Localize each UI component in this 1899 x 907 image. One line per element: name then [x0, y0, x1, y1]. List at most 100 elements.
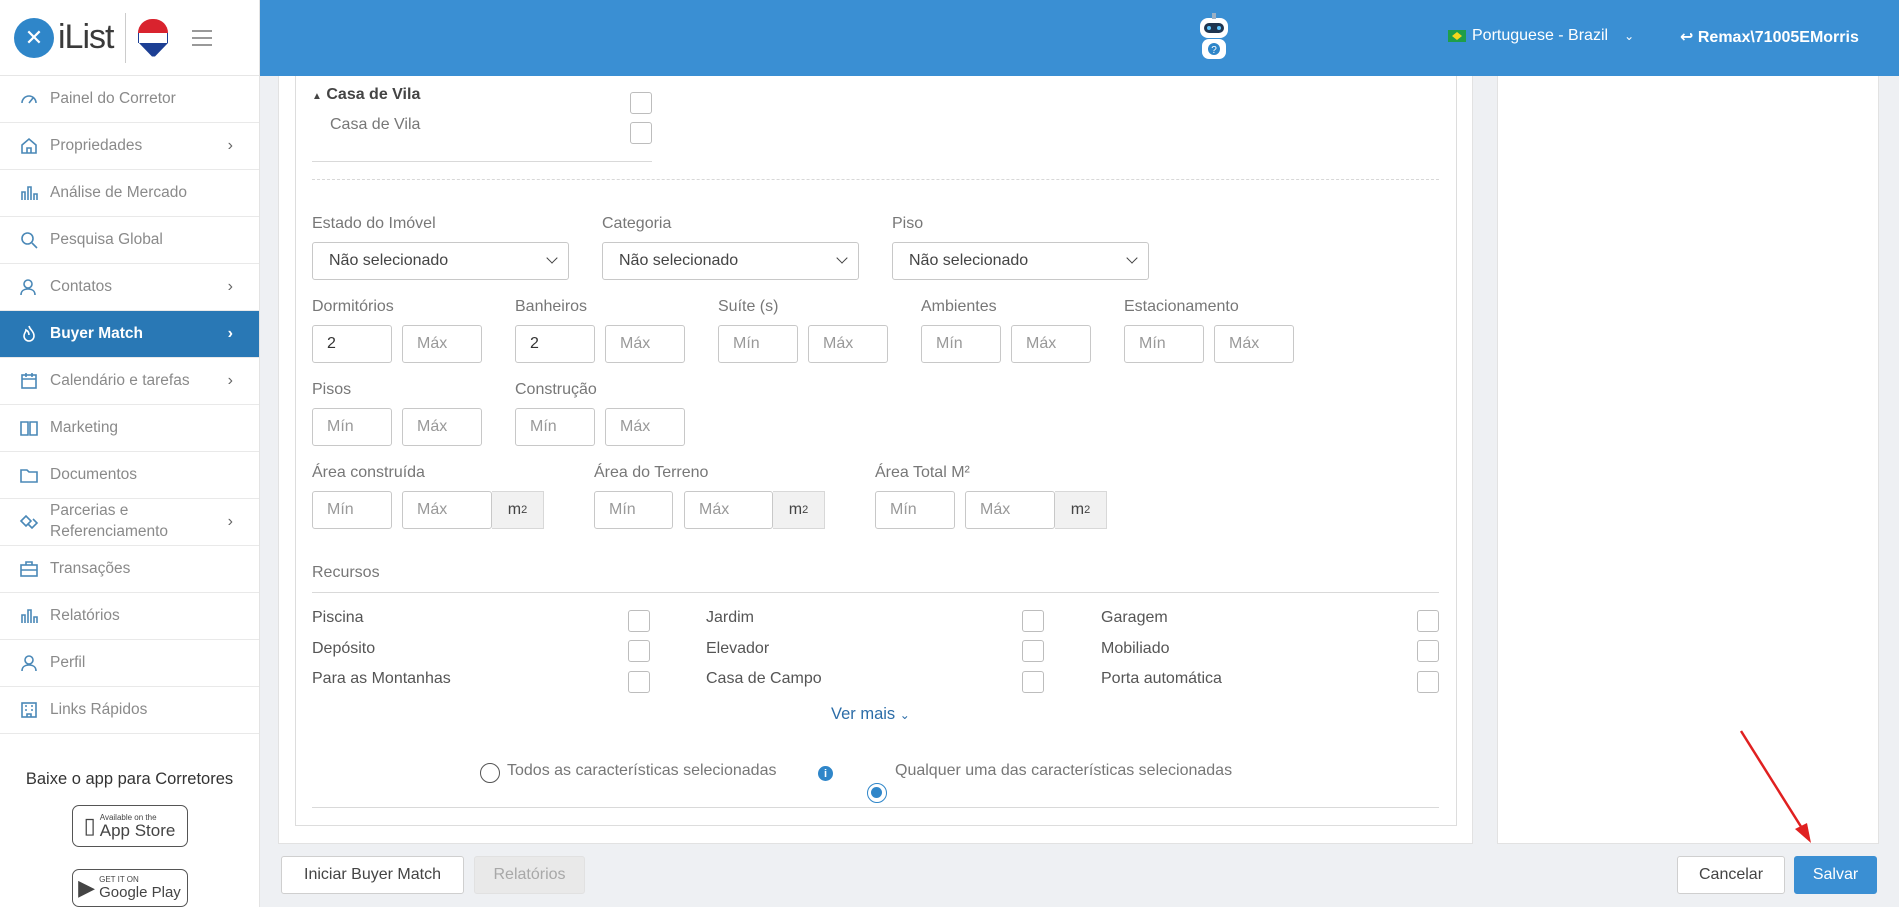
- ambientes-min-input[interactable]: [921, 325, 1001, 363]
- estado-label: Estado do Imóvel: [312, 215, 436, 232]
- search-icon: [18, 229, 40, 251]
- chevron-down-icon: ⌄: [1624, 29, 1635, 43]
- recurso-label: Casa de Campo: [706, 670, 822, 687]
- suites-min-input[interactable]: [718, 325, 798, 363]
- menu-toggle-icon[interactable]: [192, 29, 213, 46]
- sidebar-item-relatorios[interactable]: Relatórios: [0, 593, 259, 640]
- sidebar-item-pesquisa[interactable]: Pesquisa Global: [0, 217, 259, 264]
- banheiros-max-input[interactable]: [605, 325, 685, 363]
- sidebar-item-painel[interactable]: Painel do Corretor: [0, 76, 259, 123]
- area-construida-min-input[interactable]: [312, 491, 392, 529]
- handshake-icon: [18, 511, 40, 533]
- radio-all-features[interactable]: [480, 763, 500, 783]
- calendar-icon: [18, 370, 40, 392]
- folder-icon: [18, 464, 40, 486]
- dormitorios-label: Dormitórios: [312, 298, 394, 315]
- ambientes-max-input[interactable]: [1011, 325, 1091, 363]
- casa-item-checkbox[interactable]: [630, 122, 652, 144]
- assistant-robot-icon[interactable]: ?: [1186, 10, 1242, 66]
- recurso-checkbox[interactable]: [1417, 640, 1439, 662]
- estado-select[interactable]: Não selecionado: [312, 242, 569, 280]
- sidebar-item-propriedades[interactable]: Propriedades ›: [0, 123, 259, 170]
- ilist-logo-icon: ✕: [14, 17, 54, 58]
- user-switch[interactable]: ↩ Remax\71005EMorris: [1680, 27, 1859, 47]
- recurso-checkbox[interactable]: [628, 671, 650, 693]
- radio-any-feature[interactable]: [867, 783, 887, 803]
- area-total-min-input[interactable]: [875, 491, 955, 529]
- svg-text:?: ?: [1211, 45, 1217, 56]
- annotation-arrow-icon: [1739, 730, 1811, 843]
- recurso-checkbox[interactable]: [1417, 610, 1439, 632]
- pisos-min-input[interactable]: [312, 408, 392, 446]
- recurso-checkbox[interactable]: [1022, 640, 1044, 662]
- area-terreno-min-input[interactable]: [594, 491, 673, 529]
- sidebar-item-buyer-match[interactable]: Buyer Match ›: [0, 311, 259, 358]
- dormitorios-min-input[interactable]: [312, 325, 392, 363]
- radio-all-label: Todos as características selecionadas: [507, 762, 777, 779]
- casa-group-label[interactable]: ▲ Casa de Vila: [312, 86, 420, 104]
- brazil-flag-icon: [1448, 30, 1466, 42]
- casa-group-checkbox[interactable]: [630, 92, 652, 114]
- area-terreno-unit: m2: [773, 491, 825, 529]
- save-button[interactable]: Salvar: [1794, 856, 1877, 894]
- area-construida-label: Área construída: [312, 464, 425, 481]
- logo-area: ✕ iList: [0, 0, 259, 76]
- phone-icon: ▯: [83, 813, 96, 838]
- radio-any-label: Qualquer uma das características selecio…: [895, 762, 1233, 779]
- recurso-label: Garagem: [1101, 609, 1168, 626]
- sidebar-item-transacoes[interactable]: Transações: [0, 546, 259, 593]
- caret-up-icon: ▲: [312, 91, 322, 102]
- area-total-max-input[interactable]: [965, 491, 1055, 529]
- suites-max-input[interactable]: [808, 325, 888, 363]
- recurso-label: Porta automática: [1101, 670, 1222, 687]
- sidebar-item-marketing[interactable]: Marketing: [0, 405, 259, 452]
- area-construida-max-input[interactable]: [402, 491, 492, 529]
- dormitorios-max-input[interactable]: [402, 325, 482, 363]
- recurso-checkbox[interactable]: [1022, 671, 1044, 693]
- chevron-down-icon: ⌄: [899, 708, 910, 722]
- banheiros-min-input[interactable]: [515, 325, 595, 363]
- piso-select[interactable]: Não selecionado: [892, 242, 1149, 280]
- area-total-unit: m2: [1055, 491, 1107, 529]
- recurso-checkbox[interactable]: [628, 640, 650, 662]
- flame-icon: [18, 323, 40, 345]
- sidebar-item-analise[interactable]: Análise de Mercado: [0, 170, 259, 217]
- iniciar-buyer-match-button[interactable]: Iniciar Buyer Match: [281, 856, 464, 894]
- brand-name: iList: [58, 18, 114, 56]
- sidebar-item-links[interactable]: Links Rápidos: [0, 687, 259, 734]
- recurso-checkbox[interactable]: [1417, 671, 1439, 693]
- suites-label: Suíte (s): [718, 298, 779, 315]
- recurso-label: Depósito: [312, 640, 376, 657]
- area-construida-unit: m2: [492, 491, 544, 529]
- relatorios-button[interactable]: Relatórios: [474, 856, 585, 894]
- main-panel: ▲ Casa de Vila Casa de Vila Estado do Im…: [278, 76, 1473, 844]
- sidebar-item-contatos[interactable]: Contatos ›: [0, 264, 259, 311]
- banheiros-label: Banheiros: [515, 298, 588, 315]
- sidebar: ✕ iList Painel do Corretor Propriedades …: [0, 0, 260, 907]
- estacionamento-min-input[interactable]: [1124, 325, 1204, 363]
- cancel-button[interactable]: Cancelar: [1677, 856, 1785, 894]
- sidebar-item-calendario[interactable]: Calendário e tarefas ›: [0, 358, 259, 405]
- sidebar-item-parcerias[interactable]: Parcerias e Referenciamento ›: [0, 499, 259, 546]
- home-icon: [18, 135, 40, 157]
- language-selector[interactable]: Portuguese - Brazil ⌄: [1448, 27, 1634, 45]
- sidebar-item-perfil[interactable]: Perfil: [0, 640, 259, 687]
- ver-mais-link[interactable]: Ver mais ⌄: [831, 705, 910, 724]
- google-play-badge[interactable]: ▶ GET IT ON Google Play: [71, 869, 188, 907]
- info-icon[interactable]: i: [818, 766, 833, 781]
- pisos-max-input[interactable]: [402, 408, 482, 446]
- sidebar-item-documentos[interactable]: Documentos: [0, 452, 259, 499]
- app-store-badge[interactable]: ▯ Available on the App Store: [71, 805, 188, 847]
- book-icon: [18, 417, 40, 439]
- categoria-select[interactable]: Não selecionado: [602, 242, 859, 280]
- app-download-title: Baixe o app para Corretores: [25, 770, 234, 788]
- construcao-max-input[interactable]: [605, 408, 685, 446]
- estacionamento-max-input[interactable]: [1214, 325, 1294, 363]
- recurso-label: Para as Montanhas: [312, 670, 451, 687]
- construcao-min-input[interactable]: [515, 408, 595, 446]
- recurso-checkbox[interactable]: [628, 610, 650, 632]
- area-terreno-max-input[interactable]: [684, 491, 773, 529]
- chevron-right-icon: ›: [227, 325, 233, 342]
- recurso-label: Mobiliado: [1101, 640, 1170, 657]
- recurso-checkbox[interactable]: [1022, 610, 1044, 632]
